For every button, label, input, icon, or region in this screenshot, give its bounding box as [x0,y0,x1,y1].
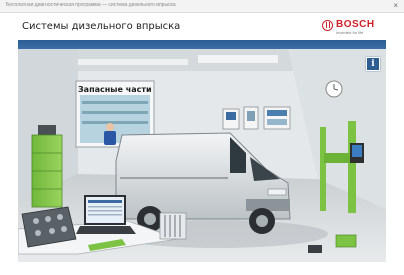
window-title: Бесплатная диагностическая программа — с… [6,2,176,8]
close-icon[interactable]: × [393,0,398,11]
info-icon[interactable]: i [366,57,380,71]
brand-name: BOSCH [336,19,375,30]
footer-space [0,262,404,275]
bosch-armature-icon [322,20,333,31]
workshop-illustration [18,49,386,262]
page-title: Системы дизельного впрыска [22,21,181,32]
app-header: Системы дизельного впрыска BOSCH Invente… [0,13,404,38]
window-titlebar: Бесплатная диагностическая программа — с… [0,0,404,13]
header-accent-bar [18,40,386,49]
workshop-scene: Запасные части i [18,49,386,262]
brand-tagline: Invented for life [336,30,364,35]
spare-parts-label[interactable]: Запасные части [78,85,152,94]
bosch-logo: BOSCH Invented for life [322,19,386,37]
app-window: Бесплатная диагностическая программа — с… [0,0,404,275]
